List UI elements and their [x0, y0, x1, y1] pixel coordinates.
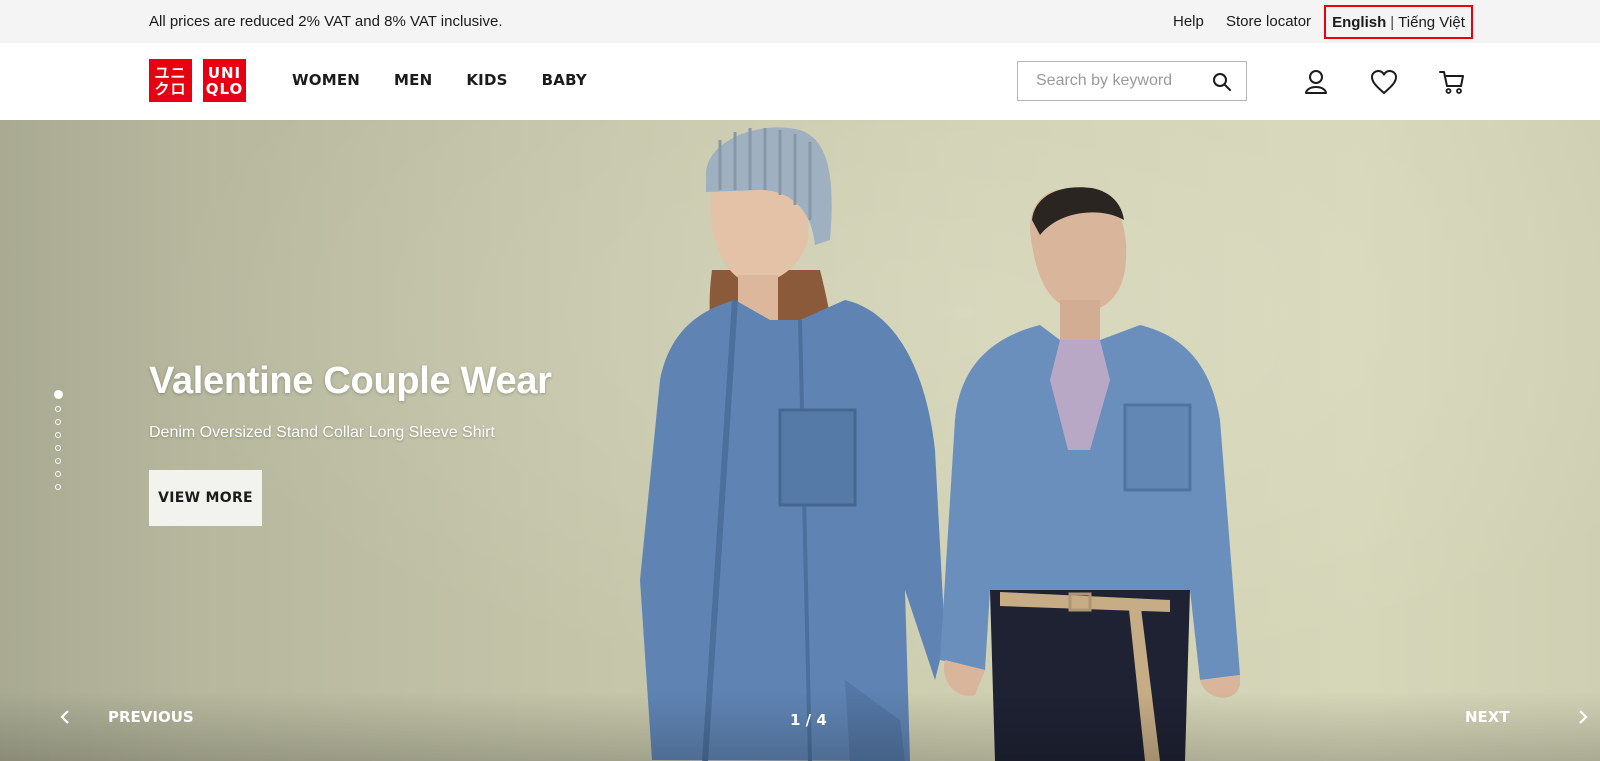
cart-icon[interactable]: [1437, 67, 1467, 97]
uniqlo-logo[interactable]: ユニ クロ UNI QLO: [149, 59, 246, 102]
logo-latin-block: UNI QLO: [203, 59, 246, 102]
main-header: ユニ クロ UNI QLO WOMEN MEN KIDS BABY: [0, 43, 1600, 120]
slide-indicator: [53, 390, 63, 497]
language-switcher: English | Tiếng Việt: [1324, 5, 1473, 39]
slide-dot[interactable]: [55, 484, 61, 490]
next-slide-button[interactable]: NEXT: [1465, 708, 1588, 726]
previous-label: PREVIOUS: [108, 708, 194, 726]
slide-dot[interactable]: [55, 406, 61, 412]
category-nav: WOMEN MEN KIDS BABY: [292, 71, 621, 89]
search-box: [1017, 61, 1247, 101]
slide-counter: 1 / 4: [790, 711, 827, 729]
slide-dot[interactable]: [55, 471, 61, 477]
vat-notice: All prices are reduced 2% VAT and 8% VAT…: [149, 13, 503, 30]
search-input[interactable]: [1019, 63, 1209, 99]
help-link[interactable]: Help: [1173, 13, 1204, 30]
view-more-button[interactable]: VIEW MORE: [149, 470, 262, 526]
hero-title: Valentine Couple Wear: [149, 360, 552, 402]
next-label: NEXT: [1465, 708, 1510, 726]
slide-dot[interactable]: [53, 390, 63, 399]
wishlist-heart-icon[interactable]: [1369, 67, 1399, 97]
logo-katakana-block: ユニ クロ: [149, 59, 192, 102]
slide-dot[interactable]: [55, 432, 61, 438]
nav-men[interactable]: MEN: [394, 71, 432, 89]
store-locator-link[interactable]: Store locator: [1226, 13, 1311, 30]
hero-carousel: Valentine Couple Wear Denim Oversized St…: [0, 120, 1600, 761]
lang-vietnamese-link[interactable]: Tiếng Việt: [1398, 14, 1465, 31]
nav-kids[interactable]: KIDS: [466, 71, 507, 89]
chevron-left-icon: [60, 710, 69, 724]
search-icon[interactable]: [1212, 72, 1232, 92]
chevron-right-icon: [1578, 710, 1588, 724]
logo-text: QLO: [205, 79, 244, 98]
slide-dot[interactable]: [55, 458, 61, 464]
hero-subtitle: Denim Oversized Stand Collar Long Sleeve…: [149, 424, 495, 441]
logo-text: UNI: [207, 63, 242, 82]
logo-text: ユニ: [154, 63, 187, 82]
nav-baby[interactable]: BABY: [542, 71, 587, 89]
utility-bar: All prices are reduced 2% VAT and 8% VAT…: [0, 0, 1600, 43]
account-icon[interactable]: [1301, 67, 1331, 97]
logo-text: クロ: [154, 79, 187, 98]
previous-slide-button[interactable]: PREVIOUS: [60, 708, 194, 726]
slide-dot[interactable]: [55, 445, 61, 451]
lang-english-link[interactable]: English: [1332, 14, 1386, 31]
lang-separator: |: [1390, 13, 1395, 31]
nav-women[interactable]: WOMEN: [292, 71, 360, 89]
slide-dot[interactable]: [55, 419, 61, 425]
